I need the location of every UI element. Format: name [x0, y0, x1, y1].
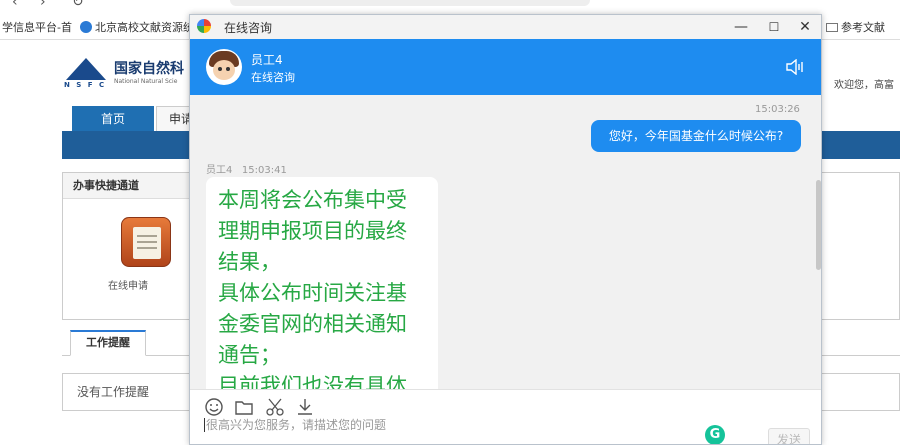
forward-icon[interactable]: › [40, 0, 46, 10]
bookmark-item[interactable]: 北京高校文献资源统 [80, 19, 194, 35]
browser-app-icon [197, 19, 211, 33]
message-list[interactable]: 15:03:26 您好，今年国基金什么时候公布? 员工4 15:03:41 本周… [190, 95, 821, 389]
site-logo[interactable]: N S F C 国家自然科 National Natural Scie [62, 56, 184, 89]
chat-window: 在线咨询 — ☐ ✕ 员工4 在线咨询 15:03:26 您好，今年国基金什么时… [189, 14, 822, 445]
org-name-en: National Natural Scie [114, 78, 178, 85]
online-apply-icon[interactable] [121, 217, 171, 267]
logo-abbr: N S F C [64, 81, 107, 89]
org-name-cn: 国家自然科 [114, 61, 184, 77]
scrollbar-thumb[interactable] [816, 180, 821, 270]
welcome-text: 欢迎您，高富 [834, 80, 894, 91]
incoming-meta: 员工4 15:03:41 [206, 161, 287, 176]
speaker-icon[interactable] [786, 59, 804, 75]
tab-work-reminder[interactable]: 工作提醒 [70, 330, 146, 356]
incoming-message: 本周将会公布集中受理期申报项目的最终结果， 具体公布时间关注基金委官网的相关通知… [206, 177, 438, 389]
scissors-icon[interactable] [264, 396, 286, 418]
message-time: 15:03:26 [755, 104, 800, 115]
browser-nav-bar: ‹ › ↻ [0, 0, 900, 12]
quick-panel: 办事快捷通道 在线申请 [62, 172, 192, 320]
agent-avatar [206, 49, 242, 85]
message-time: 15:03:41 [241, 165, 287, 176]
quick-panel-right [822, 172, 900, 320]
message-input[interactable]: 很高兴为您服务，请描述您的问题 [204, 418, 684, 432]
ie-icon [80, 21, 92, 33]
window-title: 在线咨询 [224, 21, 273, 35]
folder-icon[interactable] [233, 396, 255, 418]
address-bar[interactable] [230, 0, 590, 6]
bookmark-item[interactable]: 学信息平台-首 [2, 19, 72, 35]
bookmark-item[interactable]: 参考文献 [826, 19, 885, 35]
refresh-icon[interactable]: ↻ [72, 0, 84, 10]
folder-icon [826, 23, 838, 32]
sender-name: 员工4 [206, 165, 233, 176]
maximize-button[interactable]: ☐ [764, 17, 784, 37]
online-apply-label[interactable]: 在线申请 [63, 277, 193, 292]
emoji-icon[interactable] [203, 396, 225, 418]
minimize-button[interactable]: — [731, 17, 751, 37]
quick-panel-title: 办事快捷通道 [63, 173, 191, 199]
chat-titlebar[interactable]: 在线咨询 — ☐ ✕ [190, 15, 821, 39]
incoming-message-text: 本周将会公布集中受理期申报项目的最终结果， 具体公布时间关注基金委官网的相关通知… [218, 188, 407, 389]
nsfc-logo-icon: N S F C [62, 56, 110, 89]
agent-status: 在线咨询 [251, 71, 295, 84]
composer: 很高兴为您服务，请描述您的问题 G 发送 [190, 389, 821, 444]
send-button[interactable]: 发送 [768, 428, 810, 444]
back-icon[interactable]: ‹ [12, 0, 18, 10]
agent-name: 员工4 [251, 53, 283, 67]
close-button[interactable]: ✕ [795, 17, 815, 37]
grammarly-icon[interactable]: G [705, 425, 725, 444]
outgoing-message: 您好，今年国基金什么时候公布? [591, 120, 801, 152]
bookmark-label: 北京高校文献资源统 [95, 21, 194, 34]
chat-header: 员工4 在线咨询 [190, 39, 821, 95]
bookmark-label: 参考文献 [841, 21, 885, 34]
download-icon[interactable] [294, 396, 316, 418]
tab-home[interactable]: 首页 [72, 106, 154, 131]
